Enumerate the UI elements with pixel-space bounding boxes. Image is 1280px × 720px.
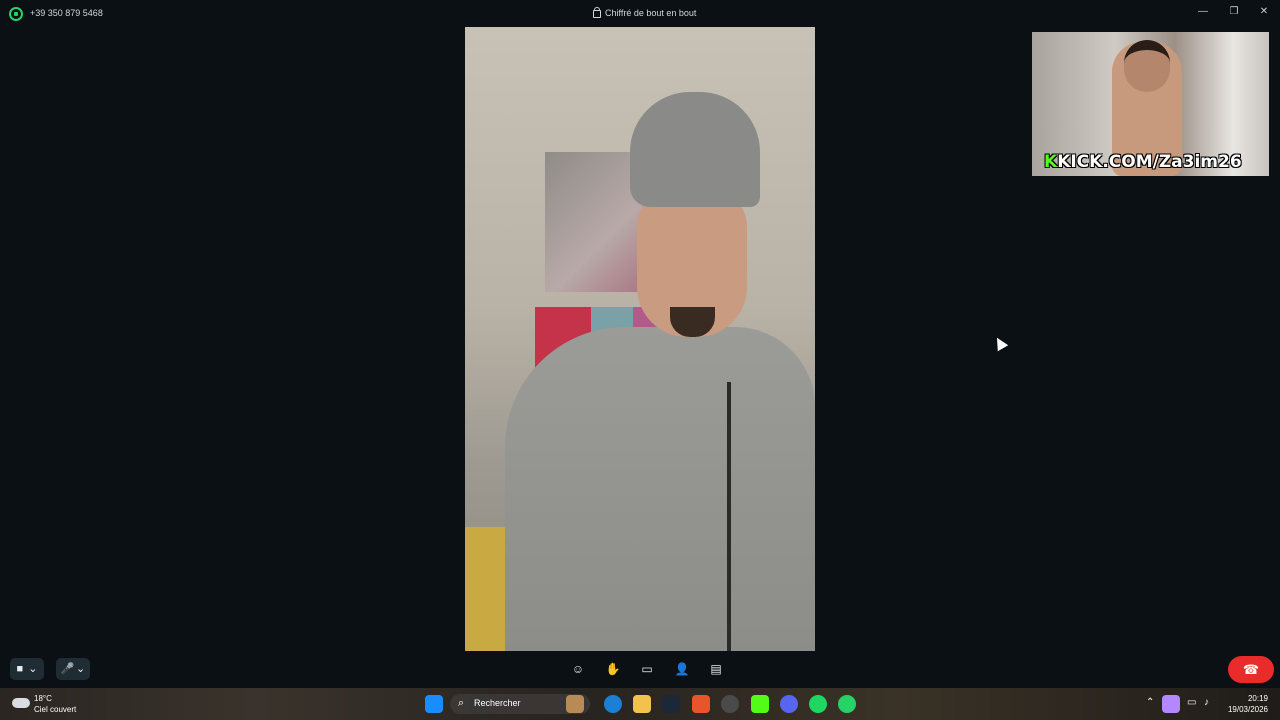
contact-phone-number: +39 350 879 5468 xyxy=(30,8,103,18)
network-icon[interactable]: ▭ xyxy=(1187,697,1196,708)
search-placeholder[interactable]: Rechercher xyxy=(474,698,521,708)
close-button[interactable]: ✕ xyxy=(1256,4,1272,20)
whatsapp-taskbar-icon[interactable] xyxy=(838,695,856,713)
encryption-label: Chiffré de bout en bout xyxy=(605,8,697,18)
file-explorer-icon[interactable] xyxy=(633,695,651,713)
kick-app-icon[interactable] xyxy=(751,695,769,713)
maximize-button[interactable]: ❐ xyxy=(1226,4,1242,20)
encryption-notice: Chiffré de bout en bout xyxy=(593,7,697,18)
screen-share-icon[interactable]: ▭ xyxy=(639,661,655,677)
spotify-icon[interactable] xyxy=(809,695,827,713)
add-participant-icon[interactable]: 👤 xyxy=(674,661,690,677)
search-icon: ⌕ xyxy=(458,697,465,709)
mouse-cursor-icon xyxy=(991,334,1009,352)
chevron-down-icon[interactable]: ⌄ xyxy=(28,663,37,675)
end-call-button[interactable]: ☎ xyxy=(1228,656,1274,683)
mic-toggle-group[interactable]: 🎤 ⌄ xyxy=(56,658,90,680)
tray-chevron-up-icon[interactable]: ⌃ xyxy=(1146,697,1154,708)
taskbar-time[interactable]: 20:19 xyxy=(1238,694,1268,703)
edge-browser-icon[interactable] xyxy=(604,695,622,713)
cloud-icon[interactable] xyxy=(12,698,30,708)
raise-hand-icon[interactable]: ✋ xyxy=(605,661,621,677)
discord-icon[interactable] xyxy=(780,695,798,713)
title-bar: +39 350 879 5468 Chiffré de bout en bout… xyxy=(0,0,1280,28)
minimize-button[interactable]: — xyxy=(1195,4,1211,20)
obs-icon[interactable] xyxy=(721,695,739,713)
reactions-icon[interactable]: ☺ xyxy=(570,661,586,677)
taskbar-date[interactable]: 19/03/2026 xyxy=(1222,705,1268,714)
taskbar-app-icon[interactable] xyxy=(566,695,584,713)
person-beanie xyxy=(630,92,760,207)
whatsapp-icon xyxy=(9,7,23,21)
steam-icon[interactable] xyxy=(662,695,680,713)
phone-hangup-icon: ☎ xyxy=(1242,662,1260,677)
weather-description[interactable]: Ciel couvert xyxy=(34,705,76,714)
microphone-icon[interactable]: 🎤 xyxy=(61,663,75,675)
windows-start-icon[interactable] xyxy=(425,695,443,713)
remote-video xyxy=(465,27,815,651)
hoodie-zip xyxy=(727,382,731,651)
person-hoodie xyxy=(505,327,815,651)
self-view-video[interactable]: KKICK.COM/Za3im26 xyxy=(1032,32,1269,176)
volume-icon[interactable]: ♪ xyxy=(1204,697,1209,708)
chat-icon[interactable]: ▤ xyxy=(708,661,724,677)
video-camera-icon[interactable]: ■ xyxy=(17,663,24,675)
weather-temperature[interactable]: 18°C xyxy=(34,694,52,703)
brave-browser-icon[interactable] xyxy=(692,695,710,713)
stream-overlay-text: KKICK.COM/Za3im26 xyxy=(1044,152,1242,172)
self-head xyxy=(1124,40,1170,92)
lock-icon xyxy=(593,7,601,18)
camera-toggle-group[interactable]: ■ ⌄ xyxy=(10,658,44,680)
chevron-down-icon[interactable]: ⌄ xyxy=(76,663,85,675)
microphone-tray-icon[interactable] xyxy=(1162,695,1180,713)
